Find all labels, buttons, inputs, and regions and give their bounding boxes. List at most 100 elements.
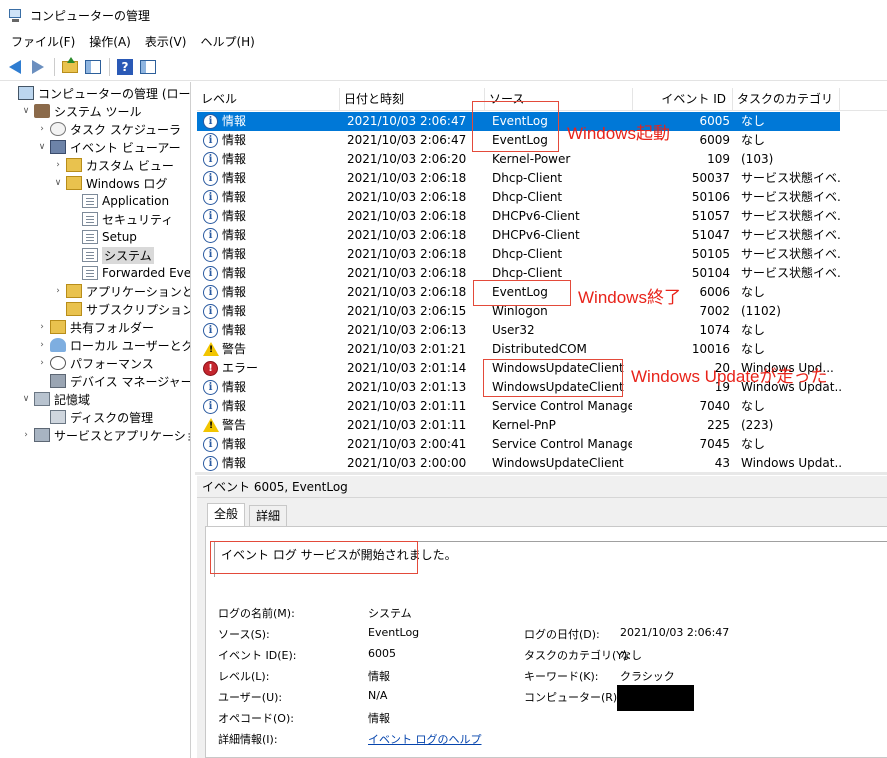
tree-item[interactable]: デバイス マネージャー [36, 372, 190, 390]
event-category: なし [741, 399, 766, 413]
menu-action[interactable]: 操作(A) [82, 31, 138, 53]
event-id: 43 [714, 456, 730, 470]
tree-item[interactable]: コンピューターの管理 (ローカル) [4, 84, 191, 102]
tab-details[interactable]: 詳細 [249, 505, 288, 527]
help-icon: ? [117, 58, 133, 75]
event-datetime: 2021/10/03 2:06:18 [347, 190, 467, 204]
tree-item-label: パフォーマンス [70, 356, 154, 371]
clock-icon [50, 122, 66, 136]
event-row[interactable]: ! 警告 2021/10/03 2:01:11 Kernel-PnP 225 (223) [197, 416, 887, 435]
menu-file[interactable]: ファイル(F) [4, 31, 82, 53]
event-category: (103) [741, 152, 774, 166]
expand-chevron-icon[interactable]: › [36, 358, 48, 368]
tree-item[interactable]: › アプリケーションとサービ [52, 282, 191, 300]
event-level: 警告 [222, 418, 247, 432]
tree-item[interactable]: › ローカル ユーザーとグループ [36, 336, 190, 354]
tab-general[interactable]: 全般 [207, 503, 246, 527]
event-row[interactable]: i 情報 2021/10/03 2:06:18 Dhcp-Client 50037 サービ… [197, 169, 887, 188]
tree-item[interactable]: ∨ 記憶域 [20, 390, 90, 408]
folder-up-icon [62, 56, 78, 73]
tree-item-label: 共有フォルダー [70, 320, 155, 335]
event-source: DistributedCOM [492, 342, 587, 356]
event-id: 50106 [691, 190, 730, 204]
tree-item-label: サービスとアプリケーション [54, 428, 190, 443]
pane-splitter[interactable] [195, 472, 887, 475]
event-id: 10016 [691, 342, 730, 356]
collapse-chevron-icon[interactable]: ∨ [52, 178, 64, 188]
tree-item[interactable]: › パフォーマンス [36, 354, 154, 372]
tree-item[interactable]: ∨ Windows ログ [52, 174, 167, 192]
event-row[interactable]: i 情報 2021/10/03 2:06:13 User32 1074 なし [197, 321, 887, 340]
event-row[interactable]: i 情報 2021/10/03 2:00:41 Service Control Man… [197, 435, 887, 454]
field-label: ログの日付(D): [524, 628, 600, 641]
event-level: 情報 [222, 171, 247, 185]
event-level: 警告 [222, 342, 247, 356]
computer-icon [18, 86, 34, 100]
column-level[interactable]: レベル [197, 88, 340, 111]
update-highlight-box [483, 359, 623, 397]
field-label: ユーザー(U): [218, 691, 283, 704]
event-row[interactable]: i 情報 2021/10/03 2:06:18 Dhcp-Client 50105 サービ… [197, 245, 887, 264]
column-datetime[interactable]: 日付と時刻 [340, 88, 485, 111]
event-datetime: 2021/10/03 2:01:11 [347, 399, 467, 413]
event-row[interactable]: i 情報 2021/10/03 2:01:11 Service Control Man… [197, 397, 887, 416]
collapse-chevron-icon[interactable]: ∨ [20, 394, 32, 404]
tree-item-label: アプリケーションとサービ [86, 284, 191, 299]
expand-chevron-icon[interactable]: › [52, 286, 64, 296]
tree-item[interactable]: サブスクリプション [52, 300, 190, 318]
info-icon: i [203, 266, 218, 281]
tree-item[interactable]: ∨ イベント ビューアー [36, 138, 181, 156]
field-label: 詳細情報(I): [218, 733, 278, 746]
tree-item[interactable]: Setup [68, 228, 137, 246]
tree-item-label: Forwarded Event [102, 266, 191, 280]
event-category: なし [741, 342, 766, 356]
expand-chevron-icon[interactable]: › [36, 322, 48, 332]
show-hide-action-pane-button[interactable] [137, 56, 159, 78]
tree-item[interactable]: › サービスとアプリケーション [20, 426, 190, 444]
tree-item[interactable]: セキュリティ [68, 210, 173, 228]
field-label: タスクのカテゴリ(Y): [524, 649, 632, 662]
info-icon: i [203, 399, 218, 414]
back-button[interactable] [4, 56, 26, 78]
expand-chevron-icon[interactable]: › [36, 124, 48, 134]
tree-item[interactable]: ∨ システム ツール [20, 102, 141, 120]
column-category[interactable]: タスクのカテゴリ [733, 88, 840, 111]
up-level-button[interactable] [59, 56, 81, 78]
forward-button[interactable] [27, 56, 49, 78]
event-category: サービス状態イベ... [741, 228, 841, 242]
expand-chevron-icon[interactable]: › [36, 340, 48, 350]
event-row[interactable]: i 情報 2021/10/03 2:00:00 WindowsUpdateClient… [197, 454, 887, 471]
expand-chevron-icon[interactable]: › [20, 430, 32, 440]
field-label: オペコード(O): [218, 712, 294, 725]
field-label: キーワード(K): [524, 670, 599, 683]
tree-item[interactable]: Application [68, 192, 169, 210]
tree-item[interactable]: システム [68, 246, 154, 264]
event-source: DHCPv6-Client [492, 228, 580, 242]
shutdown-annotation: Windows終了 [578, 288, 681, 307]
tree-item[interactable]: › カスタム ビュー [52, 156, 174, 174]
event-row[interactable]: i 情報 2021/10/03 2:06:20 Kernel-Power 109 (103… [197, 150, 887, 169]
expand-chevron-icon[interactable]: › [52, 160, 64, 170]
event-row[interactable]: i 情報 2021/10/03 2:06:18 Dhcp-Client 50106 サービ… [197, 188, 887, 207]
menu-help[interactable]: ヘルプ(H) [193, 31, 261, 53]
tree-item[interactable]: › 共有フォルダー [36, 318, 154, 336]
collapse-chevron-icon[interactable]: ∨ [36, 142, 48, 152]
event-id: 7045 [699, 437, 730, 451]
event-row[interactable]: ! 警告 2021/10/03 2:01:21 DistributedCOM 10016… [197, 340, 887, 359]
tree-item[interactable]: ディスクの管理 [36, 408, 153, 426]
event-row[interactable]: i 情報 2021/10/03 2:06:18 DHCPv6-Client 51057 サ… [197, 207, 887, 226]
tree-item[interactable]: › タスク スケジューラ [36, 120, 181, 138]
event-log-help-link[interactable]: イベント ログのヘルプ [368, 731, 482, 747]
tree-item-label: コンピューターの管理 (ローカル) [38, 86, 191, 101]
column-event-id[interactable]: イベント ID [633, 88, 733, 111]
event-level: 情報 [222, 152, 247, 166]
menu-view[interactable]: 表示(V) [138, 31, 194, 53]
event-datetime: 2021/10/03 2:06:47 [347, 133, 467, 147]
help-button[interactable]: ? [114, 56, 136, 78]
show-hide-tree-button[interactable] [82, 56, 104, 78]
collapse-chevron-icon[interactable]: ∨ [20, 106, 32, 116]
event-row[interactable]: i 情報 2021/10/03 2:06:18 DHCPv6-Client 51047 サ… [197, 226, 887, 245]
event-level: 情報 [222, 285, 247, 299]
event-datetime: 2021/10/03 2:01:21 [347, 342, 467, 356]
tree-item[interactable]: Forwarded Event [68, 264, 191, 282]
